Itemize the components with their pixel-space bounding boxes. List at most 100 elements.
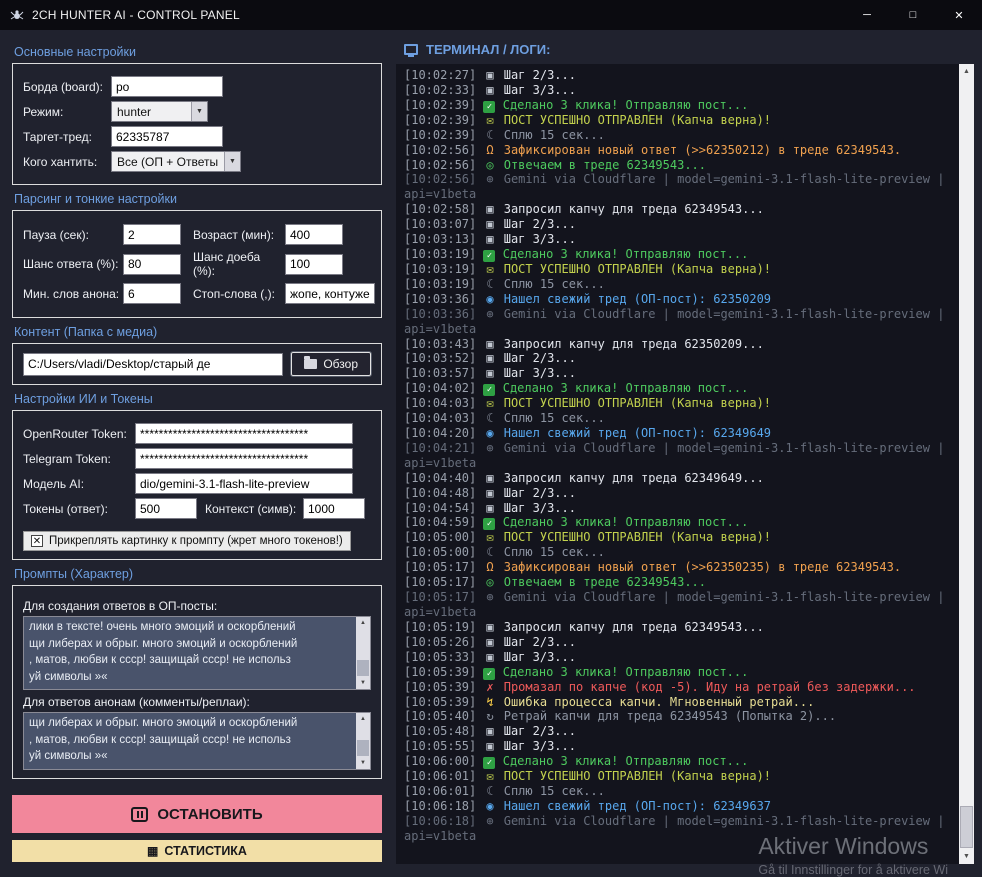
main-settings-group: Борда (board): Режим: hunter ▼ Таргет-тр… bbox=[12, 63, 382, 185]
log-timestamp: [10:03:13] bbox=[404, 232, 476, 246]
new-icon: ◉ bbox=[483, 292, 496, 307]
log-line: [10:02:39] ✓ Сделано 3 клика! Отправляю … bbox=[404, 98, 957, 113]
tokens-input[interactable] bbox=[135, 498, 197, 519]
stop-label: ОСТАНОВИТЬ bbox=[157, 806, 262, 823]
log-timestamp: [10:05:26] bbox=[404, 635, 476, 649]
log-timestamp: [10:03:52] bbox=[404, 351, 476, 365]
error-icon: ✗ bbox=[483, 680, 496, 695]
log-line: [10:04:40] ▣ Запросил капчу для треда 62… bbox=[404, 471, 957, 486]
log-message: Нашел свежий тред (ОП-пост): 62349637 bbox=[504, 799, 771, 813]
media-path-input[interactable] bbox=[23, 353, 283, 376]
prompts-group: Для создания ответов в ОП-посты: лики в … bbox=[12, 585, 382, 779]
log-timestamp: [10:05:39] bbox=[404, 680, 476, 694]
log-message: Сплю 15 сек... bbox=[504, 545, 605, 559]
reply-chance-input[interactable] bbox=[123, 254, 181, 275]
step-icon: ▣ bbox=[483, 232, 496, 247]
stop-button[interactable]: ОСТАНОВИТЬ bbox=[12, 795, 382, 833]
log-message: Сделано 3 клика! Отправляю пост... bbox=[503, 381, 749, 395]
success-icon: ✓ bbox=[483, 250, 495, 262]
log-timestamp: [10:02:56] bbox=[404, 158, 476, 172]
retry-icon: ↻ bbox=[483, 709, 496, 724]
hunt-mode-select[interactable]: Все (ОП + Ответы ▼ bbox=[111, 151, 241, 172]
close-button[interactable]: ✕ bbox=[936, 0, 982, 30]
log-line: [10:02:39] ✉ ПОСТ УСПЕШНО ОТПРАВЛЕН (Кап… bbox=[404, 113, 957, 128]
ai-group: OpenRouter Token: Telegram Token: Модель… bbox=[12, 410, 382, 560]
scroll-up-icon[interactable]: ▲ bbox=[356, 617, 370, 629]
log-timestamp: [10:05:39] bbox=[404, 695, 476, 709]
log-timestamp: [10:05:48] bbox=[404, 724, 476, 738]
log-message: Шаг 2/3... bbox=[504, 217, 576, 231]
minimize-button[interactable]: ─ bbox=[844, 0, 890, 30]
log-line: [10:06:01] ✉ ПОСТ УСПЕШНО ОТПРАВЛЕН (Кап… bbox=[404, 769, 957, 784]
scroll-thumb[interactable] bbox=[357, 740, 369, 756]
log-line: [10:05:40] ↻ Ретрай капчи для треда 6234… bbox=[404, 709, 957, 724]
min-words-input[interactable] bbox=[123, 283, 181, 304]
scroll-up-icon[interactable]: ▲ bbox=[959, 64, 974, 79]
log-message: Шаг 3/3... bbox=[504, 501, 576, 515]
step-icon: ▣ bbox=[483, 68, 496, 83]
step-icon: ▣ bbox=[483, 724, 496, 739]
log-line: [10:05:00] ✉ ПОСТ УСПЕШНО ОТПРАВЛЕН (Кап… bbox=[404, 530, 957, 545]
log-timestamp: [10:03:19] bbox=[404, 262, 476, 276]
log-timestamp: [10:03:19] bbox=[404, 247, 476, 261]
op-prompt-textarea[interactable]: лики в тексте! очень много эмоций и оско… bbox=[24, 617, 356, 689]
notify-icon: Ω bbox=[483, 560, 496, 575]
model-input[interactable] bbox=[135, 473, 353, 494]
scroll-thumb[interactable] bbox=[960, 806, 973, 848]
log-line: [10:05:17] ⊕ Gemini via Cloudflare | mod… bbox=[404, 590, 957, 620]
section-title-content: Контент (Папка с медиа) bbox=[14, 325, 382, 339]
success-icon: ✓ bbox=[483, 518, 495, 530]
log-message: ПОСТ УСПЕШНО ОТПРАВЛЕН (Капча верна)! bbox=[504, 530, 771, 544]
chevron-down-icon[interactable]: ▼ bbox=[224, 152, 240, 171]
log-timestamp: [10:05:40] bbox=[404, 709, 476, 723]
op-prompt-scrollbar[interactable]: ▲ ▼ bbox=[356, 617, 370, 689]
chevron-down-icon[interactable]: ▼ bbox=[191, 102, 207, 121]
log-timestamp: [10:06:18] bbox=[404, 814, 476, 828]
log-line: [10:02:33] ▣ Шаг 3/3... bbox=[404, 83, 957, 98]
gemini-icon: ⊕ bbox=[483, 172, 496, 187]
context-input[interactable] bbox=[303, 498, 365, 519]
sent-icon: ✉ bbox=[483, 113, 496, 128]
log-message: Запросил капчу для треда 62349543... bbox=[504, 620, 764, 634]
attach-image-checkbox[interactable]: ✕ Прикреплять картинку к промпту (жрет м… bbox=[23, 531, 351, 551]
success-icon: ✓ bbox=[483, 668, 495, 680]
log-timestamp: [10:06:01] bbox=[404, 784, 476, 798]
folder-icon bbox=[304, 359, 317, 369]
log-message: ПОСТ УСПЕШНО ОТПРАВЛЕН (Капча верна)! bbox=[504, 769, 771, 783]
anon-prompt-textarea[interactable]: щи либерах и обрыг. много эмоций и оскор… bbox=[24, 713, 356, 769]
scroll-thumb[interactable] bbox=[357, 660, 369, 676]
board-input[interactable] bbox=[111, 76, 223, 97]
log-timestamp: [10:04:03] bbox=[404, 411, 476, 425]
scroll-down-icon[interactable]: ▼ bbox=[356, 677, 370, 689]
captcha-icon: ▣ bbox=[483, 471, 496, 486]
log-line: [10:03:19] ✓ Сделано 3 клика! Отправляю … bbox=[404, 247, 957, 262]
doeb-chance-input[interactable] bbox=[285, 254, 343, 275]
log-line: [10:04:20] ◉ Нашел свежий тред (ОП-пост)… bbox=[404, 426, 957, 441]
pause-icon bbox=[131, 807, 148, 822]
gemini-icon: ⊕ bbox=[483, 590, 496, 605]
sent-icon: ✉ bbox=[483, 530, 496, 545]
statistics-button[interactable]: ▦ СТАТИСТИКА bbox=[12, 840, 382, 862]
scroll-down-icon[interactable]: ▼ bbox=[959, 849, 974, 864]
section-title-main-settings: Основные настройки bbox=[14, 45, 382, 59]
pause-input[interactable] bbox=[123, 224, 181, 245]
terminal-scrollbar[interactable]: ▲ ▼ bbox=[959, 64, 974, 864]
statistics-label: СТАТИСТИКА bbox=[164, 844, 247, 858]
scroll-up-icon[interactable]: ▲ bbox=[356, 713, 370, 725]
openrouter-token-input[interactable] bbox=[135, 423, 353, 444]
log-line: [10:03:07] ▣ Шаг 2/3... bbox=[404, 217, 957, 232]
browse-button[interactable]: Обзор bbox=[291, 352, 371, 376]
anon-prompt-scrollbar[interactable]: ▲ ▼ bbox=[356, 713, 370, 769]
scroll-down-icon[interactable]: ▼ bbox=[356, 757, 370, 769]
age-input[interactable] bbox=[285, 224, 343, 245]
target-thread-input[interactable] bbox=[111, 126, 223, 147]
telegram-token-input[interactable] bbox=[135, 448, 353, 469]
stop-words-input[interactable] bbox=[285, 283, 375, 304]
maximize-button[interactable]: □ bbox=[890, 0, 936, 30]
log-line: [10:03:13] ▣ Шаг 3/3... bbox=[404, 232, 957, 247]
mode-select[interactable]: hunter ▼ bbox=[111, 101, 208, 122]
log-timestamp: [10:03:43] bbox=[404, 337, 476, 351]
log-timestamp: [10:04:54] bbox=[404, 501, 476, 515]
log-message: Шаг 2/3... bbox=[504, 635, 576, 649]
log-message: Нашел свежий тред (ОП-пост): 62350209 bbox=[504, 292, 771, 306]
